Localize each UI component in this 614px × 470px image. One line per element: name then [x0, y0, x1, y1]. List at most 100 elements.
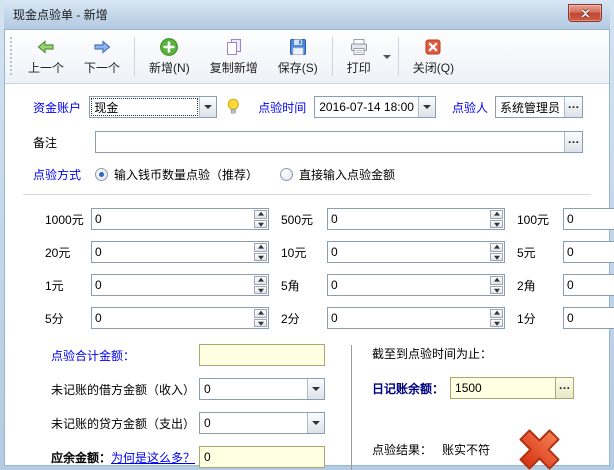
denomination-input[interactable]	[564, 209, 614, 229]
save-button[interactable]: 保存(S)	[268, 33, 328, 80]
expected-balance-field[interactable]: 0	[199, 446, 325, 468]
spin-up-icon[interactable]	[490, 276, 503, 285]
unposted-credit-combobox[interactable]: 0	[199, 412, 325, 434]
new-button[interactable]: 新增(N)	[139, 33, 200, 80]
print-dropdown-arrow[interactable]	[381, 33, 394, 80]
copy-new-button[interactable]: 复制新增	[200, 33, 268, 80]
arrow-right-icon	[92, 37, 112, 57]
copy-new-label: 复制新增	[210, 59, 258, 76]
denomination-field: 100元	[517, 208, 614, 230]
dialog-body: 上一个 下一个 新增(N)	[4, 29, 610, 466]
denomination-input[interactable]	[564, 308, 614, 328]
method-option1-label: 输入钱币数量点验（推荐）	[114, 166, 258, 183]
unposted-credit-label: 未记账的贷方金额（支出）	[51, 415, 199, 432]
denomination-input[interactable]	[564, 275, 614, 295]
spin-down-icon[interactable]	[254, 286, 267, 295]
close-window-button[interactable]	[568, 4, 602, 22]
denomination-input[interactable]	[92, 209, 253, 229]
denomination-input[interactable]	[92, 308, 253, 328]
denomination-label: 5角	[281, 277, 327, 294]
toolbar-separator	[134, 37, 135, 76]
checker-value: 系统管理员	[496, 97, 564, 117]
remark-field[interactable]: …	[95, 131, 583, 153]
denomination-label: 1分	[517, 310, 563, 327]
denomination-input[interactable]	[92, 242, 253, 262]
spin-down-icon[interactable]	[490, 319, 503, 328]
denomination-label: 500元	[281, 211, 327, 228]
window-title: 现金点验单 - 新增	[13, 6, 108, 23]
denomination-input[interactable]	[92, 275, 253, 295]
denomination-field: 20元	[45, 241, 269, 263]
bulb-icon[interactable]	[226, 97, 241, 117]
time-label: 点验时间	[258, 99, 306, 116]
denomination-input[interactable]	[328, 308, 489, 328]
as-of-text: 截至到点验时间为止：	[372, 345, 492, 362]
printer-icon	[349, 37, 369, 57]
spin-down-icon[interactable]	[490, 253, 503, 262]
unposted-debit-combobox[interactable]: 0	[199, 378, 325, 400]
spin-down-icon[interactable]	[490, 286, 503, 295]
method-option2-label: 直接输入点验金额	[299, 166, 395, 183]
close-label: 关闭(Q)	[413, 59, 454, 76]
denomination-label: 2分	[281, 310, 327, 327]
unposted-credit-dropdown-icon[interactable]	[307, 413, 324, 433]
expected-balance-label: 应余金额：	[51, 449, 111, 466]
denomination-label: 1000元	[45, 211, 91, 228]
next-button[interactable]: 下一个	[74, 33, 130, 80]
spin-up-icon[interactable]	[254, 243, 267, 252]
spin-down-icon[interactable]	[490, 220, 503, 229]
denomination-input[interactable]	[328, 275, 489, 295]
toolbar-grip[interactable]	[10, 37, 15, 76]
spin-up-icon[interactable]	[254, 210, 267, 219]
spin-up-icon[interactable]	[490, 243, 503, 252]
account-dropdown-icon[interactable]	[199, 97, 216, 117]
title-bar[interactable]: 现金点验单 - 新增	[4, 0, 610, 29]
denomination-label: 5元	[517, 244, 563, 261]
checker-more-button[interactable]: …	[564, 97, 582, 117]
why-this-much-link[interactable]: 为何是这么多？	[111, 449, 195, 466]
summary-section: 点验合计金额： 未记账的借方金额（收入） 0 未记账的贷方金额（支出）	[5, 343, 609, 470]
checker-label: 点验人	[452, 99, 488, 116]
copy-icon	[224, 37, 244, 57]
arrow-left-icon	[36, 37, 56, 57]
unposted-credit-value: 0	[200, 413, 307, 433]
account-combobox[interactable]: 现金	[89, 96, 216, 118]
total-amount-label: 点验合计金额：	[51, 347, 199, 364]
unposted-debit-dropdown-icon[interactable]	[307, 379, 324, 399]
toolbar-separator	[332, 37, 333, 76]
remark-more-button[interactable]: …	[564, 132, 582, 152]
previous-label: 上一个	[28, 59, 64, 76]
new-label: 新增(N)	[149, 59, 190, 76]
journal-balance-label: 日记账余额：	[372, 380, 444, 397]
time-value: 2016-07-14 18:00	[315, 97, 418, 117]
spin-up-icon[interactable]	[490, 309, 503, 318]
denomination-input[interactable]	[328, 242, 489, 262]
unposted-debit-label: 未记账的借方金额（收入）	[51, 381, 199, 398]
save-icon	[288, 37, 308, 57]
denomination-field: 1000元	[45, 208, 269, 230]
method-radio-quantity[interactable]	[95, 168, 108, 181]
spin-down-icon[interactable]	[254, 253, 267, 262]
previous-button[interactable]: 上一个	[18, 33, 74, 80]
journal-balance-field[interactable]: 1500 …	[450, 377, 574, 399]
denomination-input[interactable]	[564, 242, 614, 262]
spin-up-icon[interactable]	[490, 210, 503, 219]
account-label: 资金账户	[33, 99, 89, 116]
spin-down-icon[interactable]	[254, 319, 267, 328]
time-dropdown-icon[interactable]	[418, 97, 435, 117]
denomination-label: 20元	[45, 244, 91, 261]
spin-down-icon[interactable]	[254, 220, 267, 229]
method-label: 点验方式	[33, 166, 95, 183]
total-amount-field[interactable]	[199, 344, 325, 366]
spin-up-icon[interactable]	[254, 309, 267, 318]
method-radio-amount[interactable]	[280, 168, 293, 181]
spin-up-icon[interactable]	[254, 276, 267, 285]
print-button[interactable]: 打印	[337, 33, 381, 80]
journal-more-button[interactable]: …	[555, 378, 573, 398]
checker-field[interactable]: 系统管理员 …	[495, 96, 583, 118]
denomination-input[interactable]	[328, 209, 489, 229]
close-button[interactable]: 关闭(Q)	[403, 33, 464, 80]
close-red-icon	[423, 37, 443, 57]
denomination-field: 5角	[281, 274, 505, 296]
time-combobox[interactable]: 2016-07-14 18:00	[314, 96, 436, 118]
